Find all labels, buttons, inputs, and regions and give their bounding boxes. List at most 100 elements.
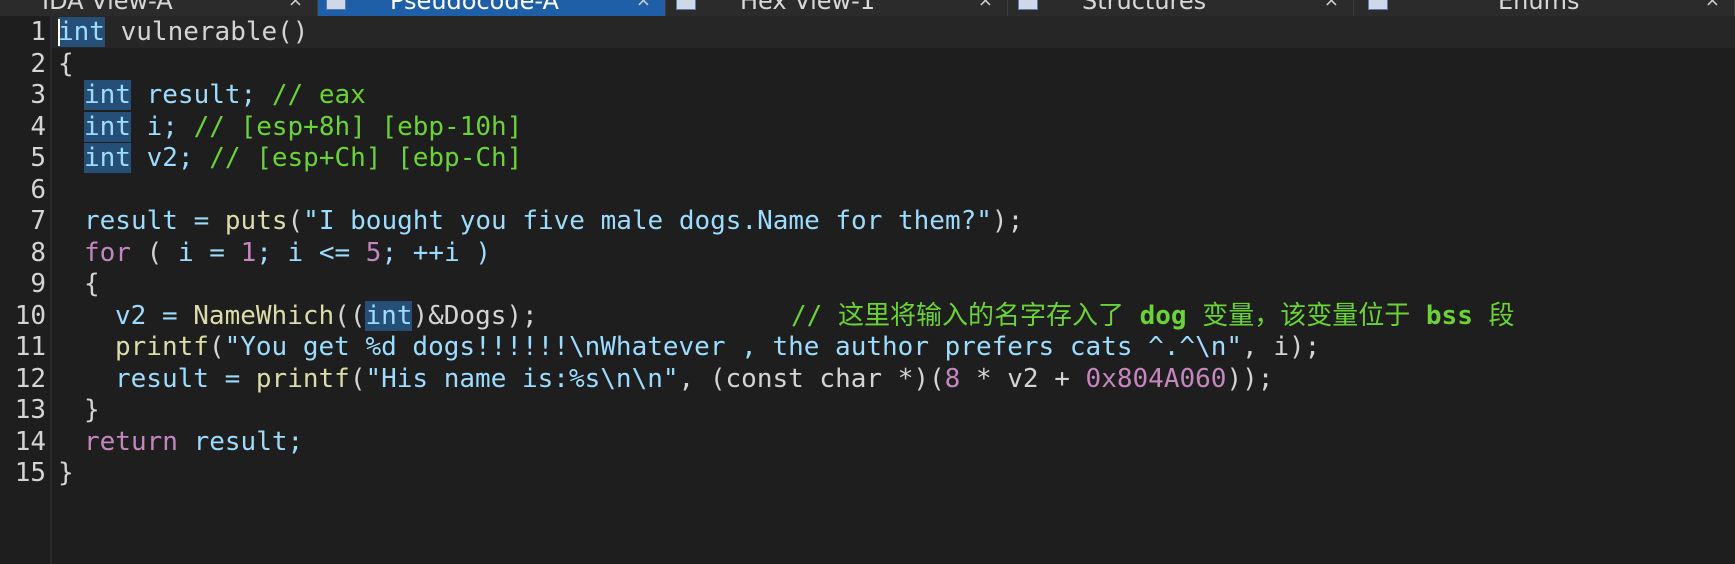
expr[interactable]: ; ++i ) [381, 238, 491, 268]
code-line-2[interactable]: { [58, 48, 74, 80]
expr[interactable]: , (const char *)( [679, 364, 945, 394]
string-literal[interactable]: "His name is:%s\n\n" [365, 364, 678, 394]
variable-decl[interactable]: result; [131, 80, 257, 110]
tab-structures[interactable]: Structures × [1008, 0, 1354, 16]
comment: // eax [256, 80, 366, 110]
tab-pseudocode-a[interactable]: Pseudocode-A × [318, 0, 666, 16]
line-number: 5 [30, 143, 46, 173]
comment-keyword: bss [1425, 301, 1473, 331]
type-token[interactable]: int [84, 80, 131, 110]
line-number: 9 [30, 269, 46, 299]
number-literal[interactable]: 0x804A060 [1086, 364, 1227, 394]
comment: 变量，该变量位于 [1186, 301, 1426, 331]
tab-hex-view-1[interactable]: Hex View-1 × [666, 0, 1008, 16]
brace: } [84, 395, 100, 425]
structures-icon [1018, 0, 1038, 10]
comment: // [esp+Ch] [ebp-Ch] [193, 143, 523, 173]
code-line-10[interactable]: v2 = NameWhich((int)&Dogs); [115, 300, 538, 332]
code-line-15[interactable]: } [58, 457, 74, 489]
brace: { [84, 269, 100, 299]
variable-decl[interactable]: v2; [131, 143, 194, 173]
paren: ( [349, 364, 366, 394]
function-name[interactable]: printf [115, 332, 209, 362]
assignment[interactable]: v2 = [115, 301, 193, 331]
tab-label: IDA View-A [42, 0, 173, 15]
line-number: 6 [30, 175, 46, 205]
string-literal[interactable]: "You get %d dogs!!!!!!\nWhatever , the a… [225, 332, 1242, 362]
tab-label: Enums [1498, 0, 1580, 15]
expr[interactable]: )&Dogs); [412, 301, 537, 331]
gutter-divider [50, 16, 52, 564]
function-name[interactable]: printf [256, 364, 350, 394]
expr[interactable]: ; i <= [256, 238, 366, 268]
code-line-8[interactable]: for ( i = 1; i <= 5; ++i ) [84, 237, 491, 269]
pseudocode-icon [326, 0, 346, 10]
line-number: 2 [30, 49, 46, 79]
paren: ); [991, 206, 1024, 236]
number-literal[interactable]: 1 [241, 238, 257, 268]
keyword: for [84, 238, 131, 268]
tab-label: Hex View-1 [740, 0, 876, 15]
close-icon[interactable]: × [1705, 0, 1720, 11]
code-line-7[interactable]: result = puts("I bought you five male do… [84, 205, 1023, 237]
type-token[interactable]: int [58, 17, 105, 47]
comment: 段 [1472, 301, 1515, 331]
paren: ( [208, 332, 225, 362]
line-number: 4 [30, 112, 46, 142]
string-literal[interactable]: "I bought you five male dogs.Name for th… [303, 206, 992, 236]
expr[interactable]: result; [178, 427, 304, 457]
code-line-9[interactable]: { [84, 268, 100, 300]
expr[interactable]: i = [178, 238, 241, 268]
code-line-10-comment: // 这里将输入的名字存入了 dog 变量，该变量位于 bss 段 [791, 300, 1515, 332]
text-cursor [58, 19, 60, 46]
close-icon[interactable]: × [978, 0, 993, 11]
tab-enums[interactable]: Enums × [1354, 0, 1735, 16]
tab-label: Structures [1082, 0, 1207, 15]
comment: // [esp+8h] [ebp-10h] [177, 112, 523, 142]
line-number: 3 [30, 80, 46, 110]
tab-ida-view-a[interactable]: IDA View-A × [0, 0, 318, 16]
line-number: 1 [30, 17, 46, 47]
function-name[interactable]: NameWhich [193, 301, 334, 331]
pseudocode-editor[interactable]: int vulnerable() { int result; // eax in… [58, 16, 1728, 564]
line-number: 12 [14, 364, 46, 394]
ida-pseudocode-window: IDA View-A × Pseudocode-A × Hex View-1 ×… [0, 0, 1735, 564]
line-number: 10 [14, 301, 46, 331]
close-icon[interactable]: × [636, 0, 651, 11]
expr[interactable]: , i); [1242, 332, 1320, 362]
close-icon[interactable]: × [288, 0, 303, 11]
code-line-14[interactable]: return result; [84, 426, 303, 458]
code-line-3[interactable]: int result; // eax [84, 79, 366, 111]
code-line-12[interactable]: result = printf("His name is:%s\n\n", (c… [115, 363, 1273, 395]
line-number: 8 [30, 238, 46, 268]
line-number: 13 [14, 395, 46, 425]
line-number: 7 [30, 206, 46, 236]
function-name[interactable]: puts [225, 206, 288, 236]
variable-decl[interactable]: i; [131, 112, 178, 142]
expr[interactable]: * v2 + [960, 364, 1085, 394]
assignment[interactable]: result = [84, 206, 225, 236]
line-number: 11 [14, 332, 46, 362]
assignment[interactable]: result = [115, 364, 256, 394]
line-number: 15 [14, 458, 46, 488]
function-signature[interactable]: vulnerable() [105, 17, 309, 47]
paren: )); [1226, 364, 1274, 394]
number-literal[interactable]: 5 [366, 238, 382, 268]
code-line-11[interactable]: printf("You get %d dogs!!!!!!\nWhatever … [115, 331, 1320, 363]
comment-keyword: dog [1139, 301, 1187, 331]
paren: ( [287, 206, 304, 236]
line-number: 14 [14, 427, 46, 457]
code-line-13[interactable]: } [84, 394, 100, 426]
line-number-gutter: 1 2 3 4 5 6 7 8 9 10 11 12 13 14 15 [0, 16, 50, 564]
type-token[interactable]: int [84, 112, 131, 142]
close-icon[interactable]: × [1324, 0, 1339, 11]
code-line-4[interactable]: int i; // [esp+8h] [ebp-10h] [84, 111, 522, 143]
hex-view-icon [676, 0, 696, 10]
brace: { [58, 49, 74, 79]
type-token[interactable]: int [84, 143, 131, 173]
number-literal[interactable]: 8 [945, 364, 961, 394]
type-token[interactable]: int [365, 301, 413, 331]
code-line-5[interactable]: int v2; // [esp+Ch] [ebp-Ch] [84, 142, 522, 174]
code-line-1[interactable]: int vulnerable() [58, 16, 308, 48]
tab-bar: IDA View-A × Pseudocode-A × Hex View-1 ×… [0, 0, 1735, 16]
